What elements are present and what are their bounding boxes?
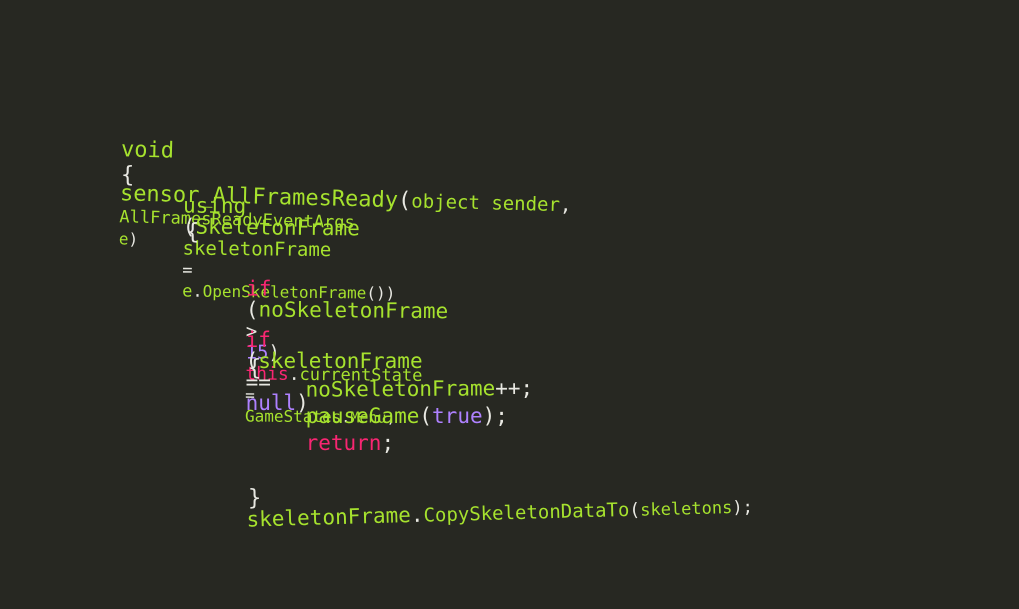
paren-open: ( bbox=[419, 404, 433, 428]
var-e: e bbox=[182, 281, 193, 302]
call-copyskeletondatato: CopySkeletonDataTo bbox=[423, 498, 630, 527]
code-line-open-brace-2: { bbox=[133, 200, 199, 266]
paren-close: ); bbox=[482, 404, 508, 428]
brace-open: { bbox=[185, 220, 200, 245]
type-skeletonframe: SkeletonFrame bbox=[195, 214, 360, 241]
code-line-copy-data: skeletonFrame.CopySkeletonDataTo(skeleto… bbox=[195, 474, 754, 553]
code-line-return: return; bbox=[255, 412, 395, 475]
keyword-true: true bbox=[432, 404, 483, 428]
paren-close: ); bbox=[732, 497, 754, 519]
param-sender: object sender bbox=[411, 190, 561, 217]
code-line-open-brace-1: { bbox=[68, 143, 134, 209]
dot: . bbox=[410, 502, 424, 527]
param-e: e bbox=[118, 229, 129, 249]
paren-open: ( bbox=[397, 188, 412, 214]
var-skeletonframe: skeletonFrame bbox=[246, 503, 412, 532]
keyword-return: return bbox=[305, 431, 382, 455]
code-snippet: void sensor_AllFramesReady(object sender… bbox=[0, 0, 1019, 609]
comma: , bbox=[559, 194, 572, 217]
var-skeletons: skeletons bbox=[639, 498, 733, 521]
code-line-open-brace-3: { bbox=[195, 336, 261, 402]
semicolon: ; bbox=[381, 431, 395, 455]
